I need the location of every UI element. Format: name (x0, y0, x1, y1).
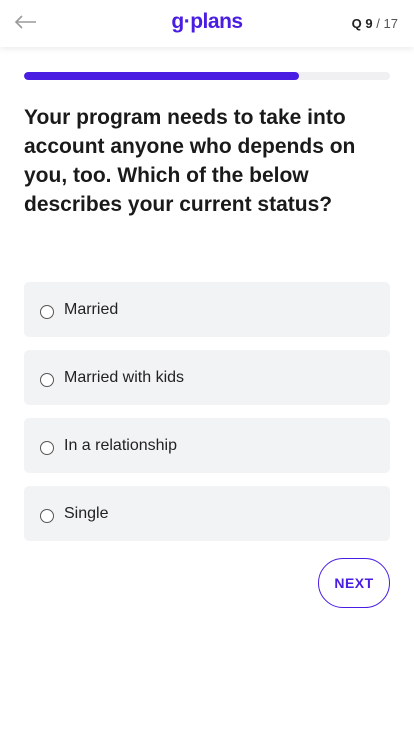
option-label: Single (64, 504, 109, 522)
radio-unchecked-icon[interactable] (40, 372, 54, 387)
logo-g: g (171, 10, 184, 33)
question-total: 17 (383, 16, 398, 31)
question-counter: Q 9 / 17 (352, 16, 398, 31)
radio-unchecked-icon[interactable] (40, 304, 54, 319)
option-single[interactable]: Single (24, 486, 390, 541)
progress-bar-fill (24, 72, 299, 80)
question-counter-separator: / (376, 16, 380, 31)
top-bar: g·plans Q 9 / 17 (0, 0, 414, 47)
logo-plans: plans (190, 10, 243, 33)
radio-unchecked-icon[interactable] (40, 440, 54, 455)
question-prefix: Q (351, 16, 362, 31)
option-label: Married (64, 300, 119, 318)
option-married-with-kids[interactable]: Married with kids (24, 350, 390, 405)
question-text: Your program needs to take into account … (24, 106, 356, 216)
option-label: In a relationship (64, 436, 177, 454)
radio-unchecked-icon[interactable] (40, 508, 54, 523)
next-button[interactable]: NEXT (318, 558, 390, 608)
progress-bar (24, 72, 390, 80)
option-label: Married with kids (64, 368, 185, 386)
question-current: 9 (365, 16, 373, 31)
option-in-a-relationship[interactable]: In a relationship (24, 418, 390, 473)
answer-options: Married Married with kids In a relations… (24, 282, 390, 541)
option-married[interactable]: Married (24, 282, 390, 337)
